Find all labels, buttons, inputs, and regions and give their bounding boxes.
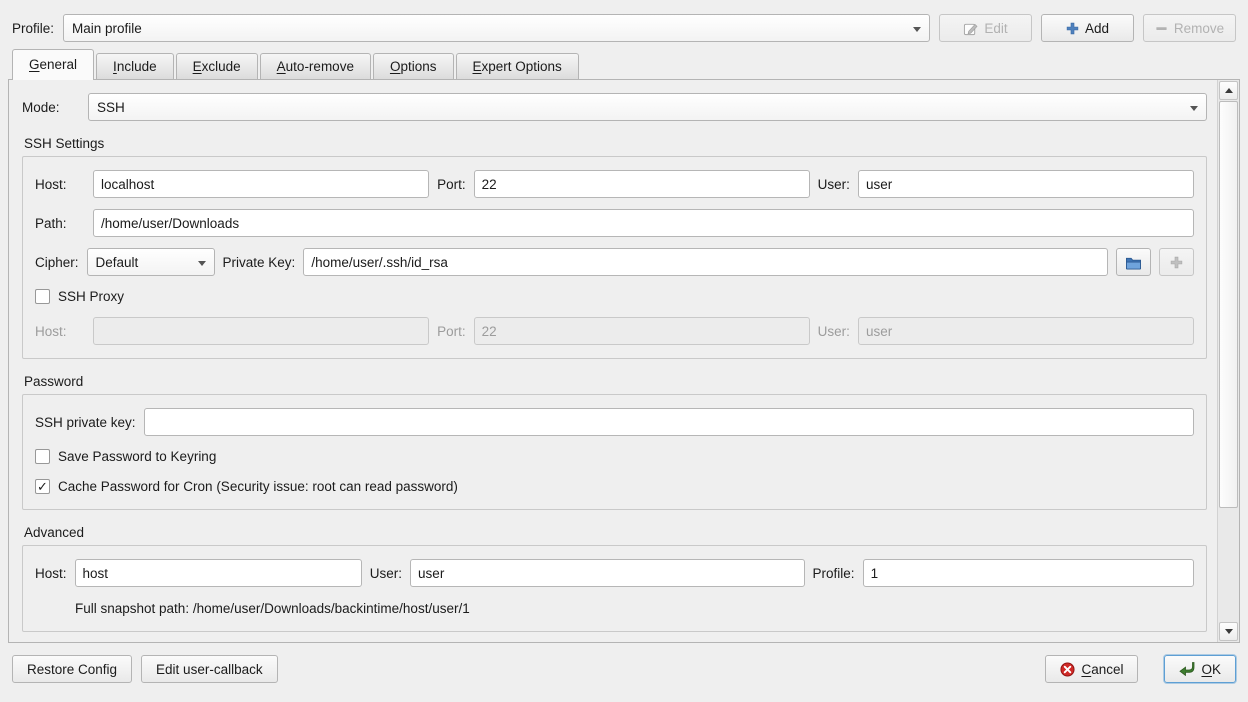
tab-options[interactable]: Options: [373, 53, 454, 79]
plus-icon: [1066, 22, 1079, 35]
advanced-group: Host: User: Profile: Full snapshot path:…: [22, 545, 1207, 632]
scrollbar-up-button[interactable]: [1219, 81, 1238, 100]
cipher-combobox[interactable]: Default: [87, 248, 215, 276]
scrollbar-track[interactable]: [1219, 101, 1238, 621]
general-tab-content: Mode: SSH SSH Settings Host: Port: User:…: [9, 80, 1217, 642]
ssh-user-label: User:: [818, 177, 850, 192]
password-title: Password: [24, 374, 1207, 389]
full-snapshot-path: Full snapshot path: /home/user/Downloads…: [75, 601, 1194, 616]
cipher-combobox-value: Default: [96, 255, 139, 270]
profile-combobox-value: Main profile: [72, 21, 142, 36]
remove-profile-button[interactable]: Remove: [1143, 14, 1236, 42]
minus-icon: [1155, 22, 1168, 35]
edit-user-callback-button[interactable]: Edit user-callback: [141, 655, 278, 683]
proxy-host-input[interactable]: [93, 317, 429, 345]
proxy-port-label: Port:: [437, 324, 466, 339]
chevron-down-icon: [1190, 106, 1198, 111]
plus-icon: [1170, 256, 1183, 269]
ssh-proxy-checkbox-label: SSH Proxy: [58, 289, 124, 304]
cache-password-cron-checkbox[interactable]: ✓: [35, 479, 50, 494]
edit-icon: [963, 21, 978, 36]
ssh-host-label: Host:: [35, 177, 85, 192]
tab-bar: General Include Exclude Auto-remove Opti…: [8, 49, 1240, 79]
edit-profile-label: Edit: [984, 21, 1007, 36]
cancel-button[interactable]: Cancel: [1045, 655, 1138, 683]
cipher-label: Cipher:: [35, 255, 79, 270]
chevron-down-icon: [198, 261, 206, 266]
advanced-user-input[interactable]: [410, 559, 805, 587]
mode-combobox-value: SSH: [97, 100, 125, 115]
proxy-user-label: User:: [818, 324, 850, 339]
proxy-host-label: Host:: [35, 324, 85, 339]
edit-profile-button[interactable]: Edit: [939, 14, 1032, 42]
private-key-add-button[interactable]: [1159, 248, 1194, 276]
cache-password-cron-label: Cache Password for Cron (Security issue:…: [58, 479, 458, 494]
profile-combobox[interactable]: Main profile: [63, 14, 930, 42]
ok-icon: [1179, 662, 1195, 676]
cancel-icon: [1060, 662, 1075, 677]
mode-combobox[interactable]: SSH: [88, 93, 1207, 121]
proxy-port-input[interactable]: [474, 317, 810, 345]
ssh-settings-group: Host: Port: User: Path: Cipher: Default …: [22, 156, 1207, 359]
advanced-profile-input[interactable]: [863, 559, 1194, 587]
profile-label: Profile:: [12, 21, 54, 36]
edit-user-callback-label: Edit user-callback: [156, 662, 263, 677]
add-profile-button[interactable]: Add: [1041, 14, 1134, 42]
ssh-path-input[interactable]: [93, 209, 1194, 237]
restore-config-label: Restore Config: [27, 662, 117, 677]
ssh-settings-title: SSH Settings: [24, 136, 1207, 151]
chevron-down-icon: [1225, 629, 1233, 634]
general-tab-panel: Mode: SSH SSH Settings Host: Port: User:…: [8, 79, 1240, 643]
ok-button[interactable]: OK: [1164, 655, 1236, 683]
profile-bar: Profile: Main profile Edit Add Remove: [0, 0, 1248, 49]
mode-label: Mode:: [22, 100, 80, 115]
advanced-host-label: Host:: [35, 566, 67, 581]
advanced-user-label: User:: [370, 566, 402, 581]
save-password-keyring-label: Save Password to Keyring: [58, 449, 216, 464]
footer-bar: Restore Config Edit user-callback Cancel…: [0, 643, 1248, 683]
ssh-port-input[interactable]: [474, 170, 810, 198]
scrollbar-thumb[interactable]: [1219, 101, 1238, 508]
private-key-browse-button[interactable]: [1116, 248, 1151, 276]
chevron-up-icon: [1225, 88, 1233, 93]
ssh-user-input[interactable]: [858, 170, 1194, 198]
tab-general[interactable]: General: [12, 49, 94, 79]
advanced-profile-label: Profile:: [813, 566, 855, 581]
tab-auto-remove[interactable]: Auto-remove: [260, 53, 371, 79]
chevron-down-icon: [913, 27, 921, 32]
save-password-keyring-checkbox[interactable]: [35, 449, 50, 464]
ssh-path-label: Path:: [35, 216, 85, 231]
scrollbar-down-button[interactable]: [1219, 622, 1238, 641]
vertical-scrollbar: [1217, 80, 1239, 642]
ssh-proxy-checkbox[interactable]: [35, 289, 50, 304]
folder-icon: [1125, 255, 1142, 270]
tab-exclude[interactable]: Exclude: [176, 53, 258, 79]
ssh-private-key-password-label: SSH private key:: [35, 415, 136, 430]
restore-config-button[interactable]: Restore Config: [12, 655, 132, 683]
private-key-input[interactable]: [303, 248, 1108, 276]
remove-profile-label: Remove: [1174, 21, 1224, 36]
advanced-title: Advanced: [24, 525, 1207, 540]
private-key-label: Private Key:: [223, 255, 296, 270]
ssh-port-label: Port:: [437, 177, 466, 192]
password-group: SSH private key: Save Password to Keyrin…: [22, 394, 1207, 510]
tab-include[interactable]: Include: [96, 53, 174, 79]
advanced-host-input[interactable]: [75, 559, 362, 587]
ssh-host-input[interactable]: [93, 170, 429, 198]
proxy-user-input[interactable]: [858, 317, 1194, 345]
add-profile-label: Add: [1085, 21, 1109, 36]
ssh-private-key-password-input[interactable]: [144, 408, 1194, 436]
tab-expert-options[interactable]: Expert Options: [456, 53, 579, 79]
